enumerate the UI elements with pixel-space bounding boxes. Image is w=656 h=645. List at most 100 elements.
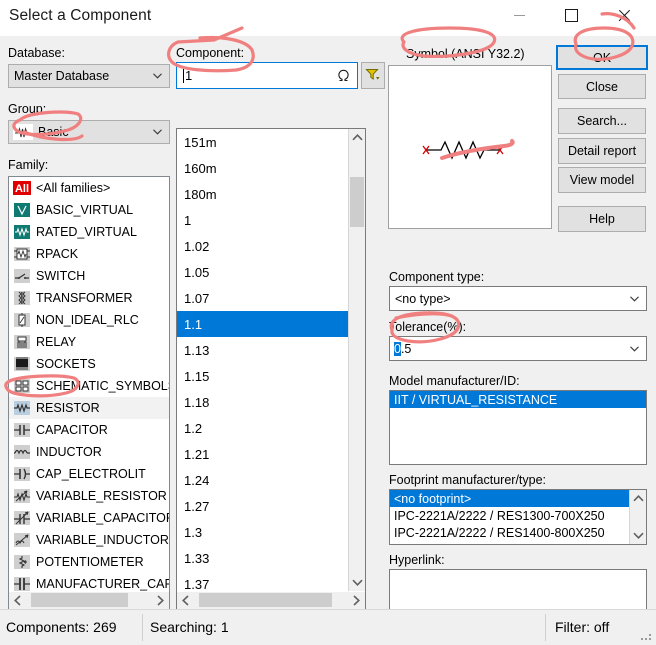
family-list-item[interactable]: RATED_VIRTUAL: [9, 221, 169, 243]
component-list-item[interactable]: 160m: [177, 155, 348, 181]
family-listbox[interactable]: All <All families> BASIC_VIRTUAL RATED_VIRT…: [8, 176, 170, 610]
component-list-item[interactable]: 1.18: [177, 389, 348, 415]
close-button-main[interactable]: Close: [558, 74, 646, 99]
component-search-value: 1: [183, 68, 193, 83]
component-list-item[interactable]: 1.24: [177, 467, 348, 493]
footprint-list-item[interactable]: IPC-2221A/2222 / RES1300-700X250: [390, 507, 629, 524]
ohm-icon[interactable]: [333, 67, 353, 85]
component-list-item[interactable]: 1.37: [177, 571, 348, 592]
family-list-item[interactable]: CAP_ELECTROLIT: [9, 463, 169, 485]
component-list-item[interactable]: 180m: [177, 181, 348, 207]
scroll-right-arrow-icon[interactable]: [152, 592, 169, 608]
view-model-button[interactable]: View model: [558, 167, 646, 193]
footprint-vscrollbar[interactable]: [629, 490, 646, 544]
family-list-item[interactable]: SOCKETS: [9, 353, 169, 375]
search-button[interactable]: Search...: [558, 108, 646, 134]
filter-button[interactable]: [361, 62, 385, 89]
family-list-item-label: RESISTOR: [36, 400, 100, 415]
component-list-item[interactable]: 151m: [177, 129, 348, 155]
family-list-item-label: VARIABLE_RESISTOR: [36, 488, 167, 503]
hyperlink-input[interactable]: [389, 569, 647, 610]
family-list-item[interactable]: SWITCH: [9, 265, 169, 287]
scroll-left-arrow-icon[interactable]: [177, 592, 194, 608]
rated-virtual-icon: [13, 224, 31, 240]
component-type-dropdown[interactable]: <no type>: [389, 286, 647, 311]
scroll-down-arrow-icon[interactable]: [349, 574, 365, 591]
chevron-down-icon: [630, 345, 639, 352]
component-listbox[interactable]: 151m 160m 180m 1 1.02 1.05 1.07 1.1 1.13 1.15 1.18…: [176, 128, 366, 610]
family-list-item[interactable]: VARIABLE_CAPACITOR: [9, 507, 169, 529]
scroll-right-arrow-icon[interactable]: [348, 592, 365, 608]
family-list-item[interactable]: INDUCTOR: [9, 441, 169, 463]
tolerance-dropdown[interactable]: 0.5: [389, 336, 647, 361]
chevron-down-icon: [153, 73, 162, 79]
family-list-item[interactable]: CAPACITOR: [9, 419, 169, 441]
model-manufacturer-listbox[interactable]: IIT / VIRTUAL_RESISTANCE: [389, 390, 647, 465]
family-list-item-label: POTENTIOMETER: [36, 554, 144, 569]
family-list-item[interactable]: VARIABLE_INDUCTOR: [9, 529, 169, 551]
basic-virtual-icon: [13, 202, 31, 218]
family-list-item-label: SOCKETS: [36, 356, 96, 371]
family-list-item[interactable]: MANUFACTURER_CAPAC: [9, 573, 169, 591]
scroll-left-arrow-icon[interactable]: [9, 592, 26, 608]
rpack-icon: [13, 246, 31, 262]
maximize-icon: [564, 8, 578, 22]
scroll-down-arrow-icon[interactable]: [630, 527, 646, 544]
tolerance-value: 0.5: [394, 341, 412, 356]
component-list-item[interactable]: 1.13: [177, 337, 348, 363]
resize-grip-icon[interactable]: [641, 630, 653, 642]
footprint-list-item[interactable]: <no footprint>: [390, 490, 629, 507]
component-list-item[interactable]: 1: [177, 207, 348, 233]
component-list-item[interactable]: 1.15: [177, 363, 348, 389]
maximize-button[interactable]: [548, 0, 594, 30]
footprint-listbox[interactable]: <no footprint> IPC-2221A/2222 / RES1300-7…: [389, 489, 647, 545]
family-hscroll-thumb[interactable]: [31, 593, 128, 607]
model-manufacturer-label: Model manufacturer/ID:: [389, 374, 520, 388]
family-list-item-label: NON_IDEAL_RLC: [36, 312, 139, 327]
component-vscroll-thumb[interactable]: [350, 177, 364, 227]
database-label: Database:: [8, 46, 65, 60]
family-list-item[interactable]: NON_IDEAL_RLC: [9, 309, 169, 331]
scroll-up-arrow-icon[interactable]: [349, 129, 365, 146]
component-list-item[interactable]: 1.33: [177, 545, 348, 571]
model-list-item[interactable]: IIT / VIRTUAL_RESISTANCE: [390, 391, 646, 408]
title-bar: Select a Component: [0, 0, 656, 36]
component-list-item[interactable]: 1.21: [177, 441, 348, 467]
family-list-item[interactable]: RPACK: [9, 243, 169, 265]
component-list-item[interactable]: 1.27: [177, 493, 348, 519]
minimize-button[interactable]: [496, 0, 542, 30]
family-list-item[interactable]: BASIC_VIRTUAL: [9, 199, 169, 221]
status-bar: Components: 269 Searching: 1 Filter: off: [0, 609, 656, 645]
family-hscrollbar[interactable]: [9, 592, 169, 609]
component-list-item[interactable]: 1.3: [177, 519, 348, 545]
component-list-item[interactable]: 1.07: [177, 285, 348, 311]
group-dropdown[interactable]: Basic: [8, 120, 170, 144]
component-list-item[interactable]: 1.2: [177, 415, 348, 441]
family-list-item[interactable]: All <All families>: [9, 177, 169, 199]
component-search-input[interactable]: 1: [176, 62, 358, 89]
family-list-item[interactable]: RESISTOR: [9, 397, 169, 419]
component-hscrollbar[interactable]: [177, 592, 365, 609]
family-list-item[interactable]: POTENTIOMETER: [9, 551, 169, 573]
family-list-item[interactable]: RELAY: [9, 331, 169, 353]
close-button[interactable]: [600, 0, 646, 30]
database-dropdown[interactable]: Master Database: [8, 64, 170, 88]
hyperlink-value: [390, 570, 646, 578]
family-list-item[interactable]: SCHEMATIC_SYMBOLS: [9, 375, 169, 397]
detail-report-button[interactable]: Detail report: [558, 138, 646, 164]
family-list-item[interactable]: VARIABLE_RESISTOR: [9, 485, 169, 507]
component-type-label: Component type:: [389, 270, 485, 284]
component-list-item[interactable]: 1.02: [177, 233, 348, 259]
close-icon: [617, 9, 630, 22]
ok-button[interactable]: OK: [556, 45, 648, 70]
footprint-list-item[interactable]: IPC-2221A/2222 / RES1400-800X250: [390, 524, 629, 541]
help-button[interactable]: Help: [558, 206, 646, 232]
component-vscrollbar[interactable]: [348, 129, 365, 591]
component-hscroll-thumb[interactable]: [199, 593, 332, 607]
scroll-up-arrow-icon[interactable]: [630, 490, 646, 507]
component-list-item[interactable]: 1.05: [177, 259, 348, 285]
components-count: Components: 269: [6, 619, 117, 635]
component-list-item[interactable]: 1.1: [177, 311, 348, 337]
variable-capacitor-icon: [13, 510, 31, 526]
family-list-item[interactable]: TRANSFORMER: [9, 287, 169, 309]
